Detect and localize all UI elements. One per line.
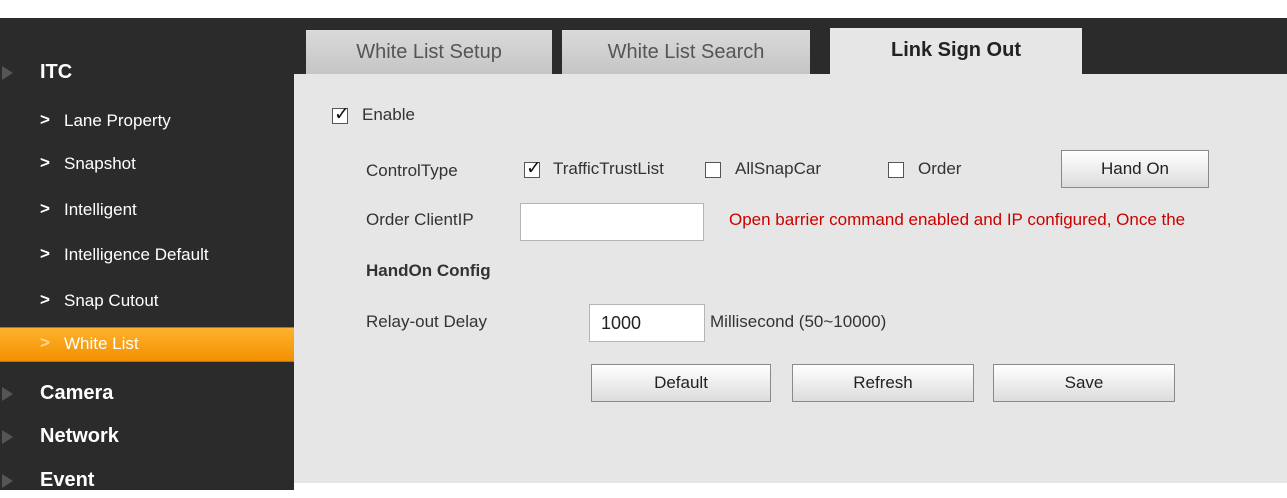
sidebar-section-camera[interactable]: Camera	[0, 377, 294, 411]
order-client-ip-input[interactable]	[520, 203, 704, 241]
traffic-trust-list-label: TrafficTrustList	[553, 159, 664, 178]
order-checkbox[interactable]	[888, 162, 904, 178]
main-panel: White List Setup White List Search Link …	[294, 18, 1287, 483]
sidebar-item-intelligence-default[interactable]: > Intelligence Default	[0, 239, 294, 273]
sidebar-item-intelligent[interactable]: > Intelligent	[0, 194, 294, 228]
enable-label: Enable	[362, 105, 415, 124]
tab-content: ✓ Enable ControlType ✓ TrafficTrustList …	[294, 74, 1287, 483]
sidebar-item-label: Snapshot	[64, 154, 136, 173]
expand-triangle-icon	[2, 66, 13, 80]
tab-white-list-setup[interactable]: White List Setup	[306, 30, 552, 74]
handon-config-heading: HandOn Config	[366, 261, 491, 280]
chevron-right-icon: >	[40, 153, 50, 172]
order-client-ip-label: Order ClientIP	[366, 210, 474, 229]
sidebar-item-snapshot[interactable]: > Snapshot	[0, 148, 294, 182]
sidebar-section-label: ITC	[40, 61, 73, 83]
sidebar-item-snap-cutout[interactable]: > Snap Cutout	[0, 285, 294, 319]
checkmark-icon: ✓	[334, 104, 350, 125]
tab-white-list-search[interactable]: White List Search	[562, 30, 810, 74]
all-snap-car-checkbox[interactable]	[705, 162, 721, 178]
refresh-button[interactable]: Refresh	[792, 364, 974, 402]
control-type-label: ControlType	[366, 161, 458, 180]
sidebar: ITC > Lane Property > Snapshot > Intelli…	[0, 0, 294, 491]
order-label: Order	[918, 159, 962, 178]
sidebar-item-label: Intelligence Default	[64, 245, 209, 264]
traffic-trust-list-checkbox[interactable]: ✓	[524, 158, 542, 179]
tab-bar: White List Setup White List Search Link …	[294, 18, 1287, 74]
sidebar-section-event[interactable]: Event	[0, 464, 294, 498]
chevron-right-icon: >	[40, 333, 50, 352]
sidebar-item-label: Snap Cutout	[64, 291, 159, 310]
all-snap-car-label: AllSnapCar	[735, 159, 821, 178]
hand-on-button[interactable]: Hand On	[1061, 150, 1209, 188]
sidebar-section-label: Event	[40, 469, 95, 491]
sidebar-section-label: Camera	[40, 382, 114, 404]
warning-text: Open barrier command enabled and IP conf…	[729, 210, 1186, 229]
enable-checkbox[interactable]: ✓	[332, 104, 350, 125]
chevron-right-icon: >	[40, 110, 50, 129]
chevron-right-icon: >	[40, 199, 50, 218]
sidebar-top-spacer	[0, 0, 294, 18]
relay-out-delay-label: Relay-out Delay	[366, 312, 487, 331]
tab-link-sign-out[interactable]: Link Sign Out	[830, 28, 1082, 74]
sidebar-section-itc[interactable]: ITC	[0, 56, 294, 90]
sidebar-item-lane-property[interactable]: > Lane Property	[0, 105, 294, 139]
sidebar-item-label: Lane Property	[64, 111, 171, 130]
expand-triangle-icon	[2, 474, 13, 488]
relay-out-delay-input[interactable]: 1000	[589, 304, 705, 342]
sidebar-section-label: Network	[40, 425, 119, 447]
chevron-right-icon: >	[40, 290, 50, 309]
expand-triangle-icon	[2, 387, 13, 401]
sidebar-item-white-list[interactable]: > White List	[0, 327, 294, 362]
sidebar-item-label: Intelligent	[64, 200, 137, 219]
save-button[interactable]: Save	[993, 364, 1175, 402]
sidebar-item-label: White List	[64, 334, 139, 353]
chevron-right-icon: >	[40, 244, 50, 263]
checkmark-icon: ✓	[526, 158, 542, 179]
expand-triangle-icon	[2, 430, 13, 444]
relay-out-delay-unit: Millisecond (50~10000)	[710, 312, 887, 331]
default-button[interactable]: Default	[591, 364, 771, 402]
sidebar-section-network[interactable]: Network	[0, 420, 294, 454]
